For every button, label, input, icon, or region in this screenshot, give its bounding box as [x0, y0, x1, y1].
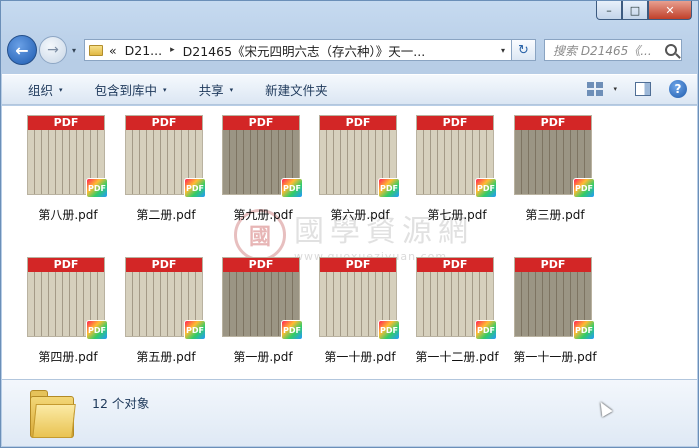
- file-name: 第一十一册.pdf: [513, 350, 597, 364]
- pdf-label: PDF: [223, 116, 299, 130]
- organize-menu[interactable]: 组织 ▾: [28, 80, 63, 99]
- pdf-label: PDF: [417, 258, 493, 272]
- chevron-down-icon: ▾: [229, 85, 234, 94]
- file-name: 第六册.pdf: [330, 208, 390, 222]
- explorer-window: – □ ✕ ← → ▾ « D21... ▸ D21465《宋元四明六志（存六种…: [0, 0, 699, 448]
- pdf-thumbnail: PDF PDF: [125, 257, 206, 340]
- file-list: 國 國學資源網 www.guoxueziyuan.com PDFPDF第八册.p…: [2, 106, 697, 379]
- file-name: 第一十册.pdf: [324, 350, 396, 364]
- pdf-thumbnail: PDF PDF: [222, 115, 303, 198]
- pdf-label: PDF: [126, 116, 202, 130]
- search-icon[interactable]: [665, 44, 677, 56]
- pdf-label: PDF: [28, 116, 104, 130]
- new-folder-button[interactable]: 新建文件夹: [265, 80, 328, 99]
- file-name: 第七册.pdf: [427, 208, 487, 222]
- pdf-thumbnail: PDF PDF: [27, 115, 108, 198]
- pdf-app-icon: PDF: [378, 178, 400, 198]
- share-menu[interactable]: 共享 ▾: [199, 80, 234, 99]
- file-name: 第四册.pdf: [38, 350, 98, 364]
- file-name: 第一十二册.pdf: [415, 350, 499, 364]
- pdf-thumbnail: PDF PDF: [416, 115, 497, 198]
- close-button[interactable]: ✕: [648, 1, 692, 20]
- pdf-label: PDF: [417, 116, 493, 130]
- breadcrumb-overflow[interactable]: «: [109, 43, 117, 58]
- pdf-app-icon: PDF: [573, 320, 595, 340]
- pdf-label: PDF: [515, 258, 591, 272]
- recent-pages-dropdown[interactable]: ▾: [68, 46, 80, 55]
- pdf-label: PDF: [28, 258, 104, 272]
- pdf-thumbnail: PDF PDF: [222, 257, 303, 340]
- change-view-icon[interactable]: [587, 82, 604, 96]
- back-button[interactable]: ←: [7, 35, 37, 65]
- chevron-down-icon: ▾: [59, 85, 63, 94]
- search-placeholder: 搜索 D21465《...: [553, 43, 652, 58]
- folder-icon: [89, 44, 103, 56]
- share-label: 共享: [198, 83, 224, 98]
- forward-button[interactable]: →: [39, 36, 67, 64]
- breadcrumb-item-parent[interactable]: D21...: [125, 43, 162, 58]
- pdf-label: PDF: [320, 258, 396, 272]
- address-bar[interactable]: « D21... ▸ D21465《宋元四明六志（存六种）》天一... ▾: [84, 39, 512, 61]
- pdf-label: PDF: [223, 258, 299, 272]
- include-in-library-menu[interactable]: 包含到库中 ▾: [95, 80, 167, 99]
- item-count: 12 个对象: [92, 396, 150, 411]
- view-options-dropdown[interactable]: ▾: [613, 85, 617, 93]
- chevron-down-icon: ▾: [163, 85, 167, 94]
- minimize-button[interactable]: –: [596, 1, 622, 20]
- pdf-app-icon: PDF: [86, 320, 108, 340]
- include-library-label: 包含到库中: [94, 83, 158, 98]
- pdf-app-icon: PDF: [378, 320, 400, 340]
- pdf-thumbnail: PDF PDF: [125, 115, 206, 198]
- folder-icon: [30, 390, 76, 440]
- pdf-app-icon: PDF: [475, 320, 497, 340]
- new-folder-label: 新建文件夹: [265, 83, 328, 98]
- details-pane: 12 个对象: [2, 379, 697, 446]
- command-bar: 组织 ▾ 包含到库中 ▾ 共享 ▾ 新建文件夹 ▾ ?: [2, 74, 697, 105]
- pdf-app-icon: PDF: [184, 178, 206, 198]
- pdf-app-icon: PDF: [86, 178, 108, 198]
- file-name: 第九册.pdf: [233, 208, 293, 222]
- file-name: 第二册.pdf: [136, 208, 196, 222]
- view-controls: ▾ ?: [587, 80, 687, 98]
- maximize-button[interactable]: □: [622, 1, 648, 20]
- pdf-label: PDF: [126, 258, 202, 272]
- file-name: 第五册.pdf: [136, 350, 196, 364]
- file-name: 第三册.pdf: [525, 208, 585, 222]
- help-icon[interactable]: ?: [669, 80, 687, 98]
- pdf-app-icon: PDF: [573, 178, 595, 198]
- pdf-thumbnail: PDF PDF: [514, 257, 595, 340]
- pdf-app-icon: PDF: [475, 178, 497, 198]
- breadcrumb-separator-icon[interactable]: ▸: [170, 45, 175, 55]
- pdf-label: PDF: [320, 116, 396, 130]
- pdf-thumbnail: PDF PDF: [416, 257, 497, 340]
- file-name: 第八册.pdf: [38, 208, 98, 222]
- preview-pane-icon[interactable]: [635, 82, 651, 96]
- caption-buttons: – □ ✕: [596, 1, 692, 20]
- pdf-app-icon: PDF: [281, 178, 303, 198]
- pdf-thumbnail: PDF PDF: [319, 115, 400, 198]
- address-dropdown-icon[interactable]: ▾: [495, 46, 511, 55]
- pdf-app-icon: PDF: [184, 320, 206, 340]
- pdf-label: PDF: [515, 116, 591, 130]
- pdf-thumbnail: PDF PDF: [319, 257, 400, 340]
- refresh-button[interactable]: ↻: [512, 39, 536, 61]
- pdf-app-icon: PDF: [281, 320, 303, 340]
- pdf-thumbnail: PDF PDF: [27, 257, 108, 340]
- organize-label: 组织: [28, 83, 54, 98]
- file-name: 第一册.pdf: [233, 350, 293, 364]
- breadcrumb-item-current[interactable]: D21465《宋元四明六志（存六种）》天一...: [183, 41, 426, 60]
- pdf-thumbnail: PDF PDF: [514, 115, 595, 198]
- navigation-row: ← → ▾ « D21... ▸ D21465《宋元四明六志（存六种）》天一..…: [7, 35, 692, 65]
- search-input[interactable]: 搜索 D21465《...: [544, 39, 682, 61]
